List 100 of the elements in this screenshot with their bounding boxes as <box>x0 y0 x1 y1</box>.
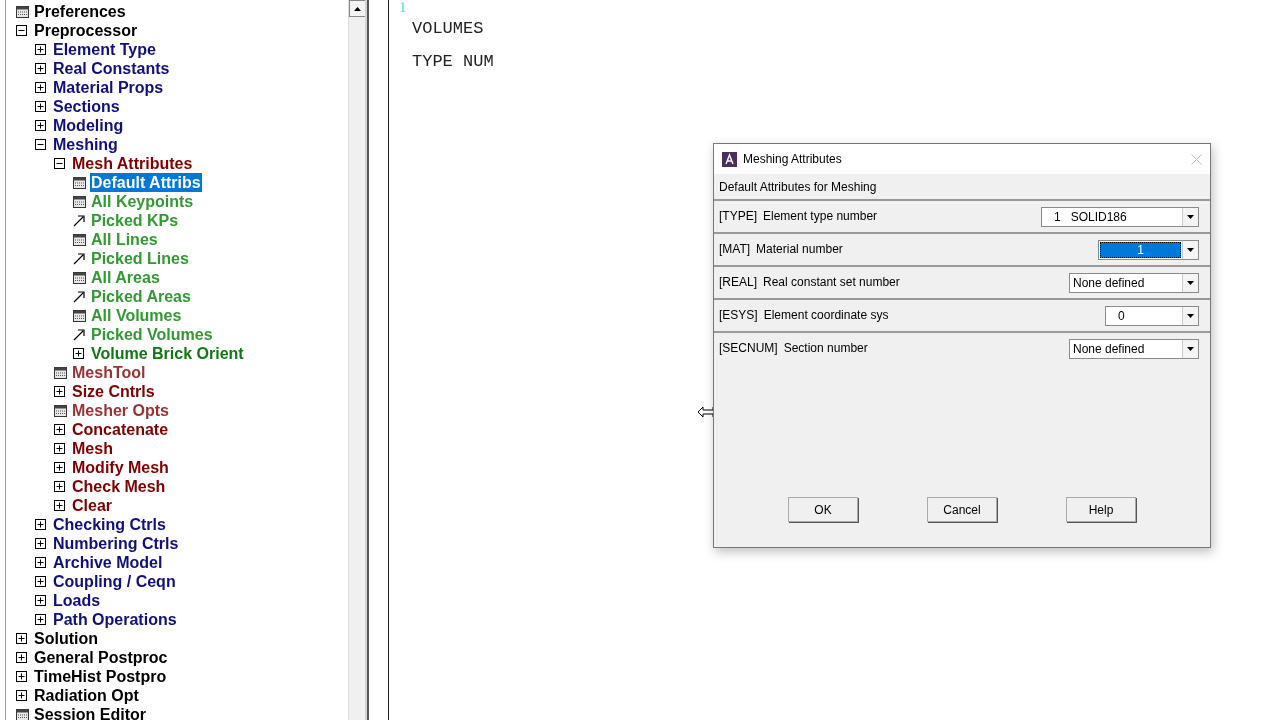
tree-item[interactable]: All Keypoints <box>90 192 195 211</box>
dialog-button[interactable]: OK <box>788 497 858 522</box>
dialog-window-icon <box>54 404 67 417</box>
tree-item[interactable]: Meshing <box>52 135 119 154</box>
dropdown-arrow-button[interactable] <box>1182 274 1198 292</box>
field-tag: [REAL] <box>719 273 757 291</box>
expand-icon[interactable] <box>35 519 46 530</box>
expand-icon[interactable] <box>54 500 65 511</box>
tree-item[interactable]: All Lines <box>90 230 159 249</box>
tree-item[interactable]: All Areas <box>90 268 161 287</box>
dropdown-arrow-button[interactable] <box>1182 340 1198 358</box>
tree-item[interactable]: Volume Brick Orient <box>90 344 245 363</box>
expand-icon[interactable] <box>54 424 65 435</box>
expand-icon[interactable] <box>35 576 46 587</box>
diagonal-arrow-icon <box>73 252 86 265</box>
field-label: Element coordinate sys <box>763 307 890 324</box>
tree-item[interactable]: Path Operations <box>52 610 178 629</box>
tree-item[interactable]: Picked Lines <box>90 249 190 268</box>
dropdown[interactable]: 0 <box>1105 306 1199 326</box>
expand-icon[interactable] <box>35 120 46 131</box>
expand-icon[interactable] <box>35 557 46 568</box>
dialog-window-icon <box>16 5 29 18</box>
tree-item[interactable]: Solution <box>33 629 99 648</box>
dialog-window-icon <box>73 271 86 284</box>
expand-icon[interactable] <box>54 462 65 473</box>
tree-item[interactable]: Archive Model <box>52 553 164 572</box>
tree-item[interactable]: Picked KPs <box>90 211 180 230</box>
dropdown[interactable]: None defined <box>1069 273 1199 293</box>
dropdown[interactable]: None defined <box>1069 339 1199 359</box>
dropdown-arrow-button[interactable] <box>1182 241 1198 259</box>
scrollbar[interactable] <box>348 0 365 720</box>
tree-item[interactable]: Preferences <box>33 2 127 21</box>
caret-icon <box>1187 314 1194 318</box>
tree-item[interactable]: Loads <box>52 591 102 610</box>
tree-item[interactable]: Picked Areas <box>90 287 192 306</box>
dialog-window-icon <box>73 176 86 189</box>
expand-icon[interactable] <box>16 671 27 682</box>
diagonal-arrow-icon <box>73 290 86 303</box>
collapse-icon[interactable] <box>16 25 27 36</box>
expand-icon[interactable] <box>35 538 46 549</box>
tree-item[interactable]: Default Attribs <box>90 173 202 192</box>
expand-icon[interactable] <box>54 443 65 454</box>
tree-item[interactable]: Session Editor <box>33 705 148 720</box>
expand-icon[interactable] <box>54 386 65 397</box>
field-tag: [SECNUM] <box>719 339 778 357</box>
dropdown-value: 1 SOLID186 <box>1053 209 1128 226</box>
diagonal-arrow-icon <box>73 328 86 341</box>
dropdown[interactable]: 1 SOLID186 <box>1041 207 1199 227</box>
tree-item[interactable]: Numbering Ctrls <box>52 534 180 553</box>
graphics-label: TYPE NUM <box>412 51 495 73</box>
tree-item[interactable]: Mesh Attributes <box>71 154 194 173</box>
tree-item[interactable]: Real Constants <box>52 59 171 78</box>
tree-item[interactable]: Sections <box>52 97 121 116</box>
tree-item[interactable]: Concatenate <box>71 420 170 439</box>
tree-item[interactable]: Mesh <box>71 439 114 458</box>
tree-item[interactable]: Check Mesh <box>71 477 167 496</box>
tree-item[interactable]: Element Type <box>52 40 157 59</box>
field-tag: [TYPE] <box>719 207 757 225</box>
expand-icon[interactable] <box>16 690 27 701</box>
dialog-button[interactable]: Cancel <box>927 497 997 522</box>
collapse-icon[interactable] <box>35 139 46 150</box>
dialog-title: Meshing Attributes <box>743 151 843 168</box>
dropdown-arrow-button[interactable] <box>1182 307 1198 325</box>
dialog-window-icon <box>73 233 86 246</box>
graphics-label: VOLUMES <box>412 18 485 40</box>
tree-item[interactable]: Material Props <box>52 78 165 97</box>
dropdown[interactable]: 1 <box>1098 240 1199 260</box>
tree-item[interactable]: TimeHist Postpro <box>33 667 168 686</box>
field-tag: [MAT] <box>719 240 751 258</box>
expand-icon[interactable] <box>16 633 27 644</box>
expand-icon[interactable] <box>16 652 27 663</box>
tree-item[interactable]: Coupling / Ceqn <box>52 572 177 591</box>
expand-icon[interactable] <box>73 348 84 359</box>
tree-item[interactable]: Clear <box>71 496 114 515</box>
dialog-window-icon <box>54 366 67 379</box>
expand-icon[interactable] <box>54 481 65 492</box>
tree-item[interactable]: MeshTool <box>71 363 147 382</box>
tree-item[interactable]: Picked Volumes <box>90 325 214 344</box>
tree-item[interactable]: Size Cntrls <box>71 382 156 401</box>
tree-item[interactable]: All Volumes <box>90 306 183 325</box>
collapse-icon[interactable] <box>54 158 65 169</box>
dropdown-arrow-button[interactable] <box>1182 208 1198 226</box>
dialog-window-icon <box>16 708 29 720</box>
expand-icon[interactable] <box>35 101 46 112</box>
tree-item[interactable]: Mesher Opts <box>71 401 170 420</box>
expand-icon[interactable] <box>35 614 46 625</box>
expand-icon[interactable] <box>35 63 46 74</box>
tree-item[interactable]: Preprocessor <box>33 21 139 40</box>
tree-item[interactable]: Modeling <box>52 116 125 135</box>
tree-item[interactable]: Checking Ctrls <box>52 515 167 534</box>
expand-icon[interactable] <box>35 82 46 93</box>
expand-icon[interactable] <box>35 595 46 606</box>
dropdown-value: 0 <box>1117 308 1126 325</box>
dialog-window-icon <box>73 309 86 322</box>
dropdown-value: None defined <box>1072 341 1146 358</box>
expand-icon[interactable] <box>35 44 46 55</box>
dialog-button[interactable]: Help <box>1066 497 1136 522</box>
tree-item[interactable]: Radiation Opt <box>33 686 140 705</box>
tree-item[interactable]: Modify Mesh <box>71 458 170 477</box>
tree-item[interactable]: General Postproc <box>33 648 169 667</box>
